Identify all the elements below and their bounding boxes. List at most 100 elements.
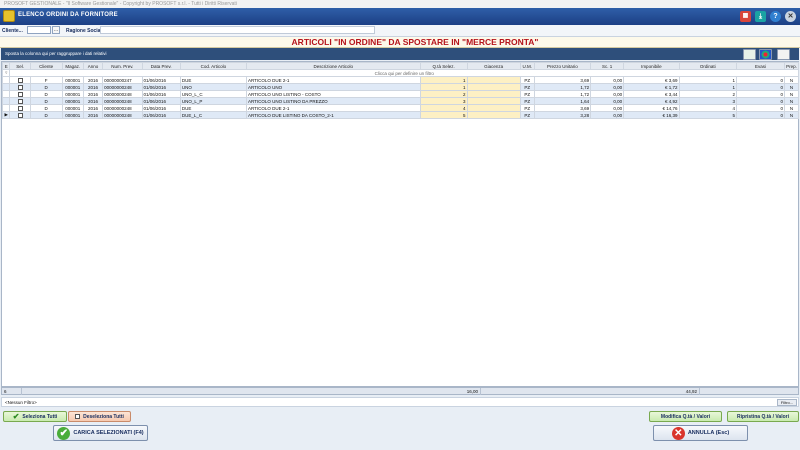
cell-sc: 0,00	[590, 97, 625, 105]
cell-sc: 0,00	[590, 83, 625, 91]
cell-qty[interactable]: 1	[419, 76, 468, 84]
row-indicator: ▶	[1, 111, 11, 119]
cell-um: PZ	[519, 111, 535, 119]
select-checkbox-cell[interactable]	[9, 97, 31, 105]
col-header-qta-selez[interactable]: Q.tà Selez.	[419, 62, 468, 70]
filter-row-text[interactable]: Clicca qui per definire un filtro	[9, 69, 799, 77]
calculator-icon[interactable]: ▦	[740, 11, 751, 22]
col-header-sel[interactable]: Sel.	[9, 62, 31, 70]
cell-qty[interactable]: 1	[419, 83, 468, 91]
table-row[interactable]: D 000001 2016 00000000248 01/06/2016 UNO_L_P A…	[1, 97, 799, 105]
row-checkbox[interactable]	[17, 105, 23, 111]
cell-prezzo: 1,72	[533, 90, 592, 98]
restore-qty-button[interactable]: Ripristina Q.tà / Valori	[727, 411, 799, 422]
cell-prep: N	[784, 97, 799, 105]
filter-row[interactable]: ▿ Clicca qui per definire un filtro	[1, 69, 799, 77]
modify-qty-button[interactable]: Modifica Q.tà / Valori	[649, 411, 722, 422]
modify-qty-label: Modifica Q.tà / Valori	[660, 413, 711, 420]
cell-desc: ARTICOLO DUE LISTINO DA COSTO_2-1	[245, 111, 421, 119]
row-indicator	[1, 97, 11, 105]
cell-um: PZ	[519, 97, 535, 105]
row-indicator	[1, 104, 11, 112]
select-checkbox-cell[interactable]	[9, 104, 31, 112]
cell-cod: DUE	[179, 104, 247, 112]
col-header-prep[interactable]: Prep.	[784, 62, 799, 70]
col-header-num-prev[interactable]: Num. Prev.	[102, 62, 143, 70]
cell-anno: 2016	[82, 83, 104, 91]
cell-qty[interactable]: 4	[419, 104, 468, 112]
col-header-giacenza[interactable]: Giacenza	[466, 62, 521, 70]
col-header-data-prev[interactable]: Data Prev.	[141, 62, 181, 70]
cell-cod: DUE	[179, 76, 247, 84]
col-header-um[interactable]: U.M.	[519, 62, 535, 70]
cell-qty[interactable]: 5	[419, 111, 468, 119]
select-checkbox-cell[interactable]	[9, 111, 31, 119]
filter-icon: ▿	[1, 69, 11, 77]
table-row[interactable]: D 000001 2016 00000000248 01/06/2016 UNO_L_C A…	[1, 90, 799, 98]
cell-cliente: D	[29, 83, 63, 91]
row-checkbox[interactable]	[17, 77, 23, 83]
deselect-all-button[interactable]: Deseleziona Tutti	[68, 411, 131, 422]
group-by-panel[interactable]: Sposta la colonna qui per raggruppare i …	[1, 48, 799, 60]
table-row[interactable]: F 000001 2016 00000000247 01/06/2016 DUE ARTIC…	[1, 76, 799, 84]
export-excel-icon[interactable]	[743, 49, 756, 60]
footer-row-count: 6	[2, 388, 22, 395]
app-logo-icon	[3, 10, 15, 22]
cliente-dropdown-button[interactable]: …	[52, 26, 60, 34]
footer-impon-total: 44,92	[632, 388, 700, 395]
filtro-button[interactable]: Filtro...	[777, 399, 797, 406]
table-row[interactable]: D 000001 2016 00000000248 01/06/2016 DUE ARTIC…	[1, 104, 799, 112]
cell-prezzo: 3,69	[533, 76, 592, 84]
col-header-prezzo[interactable]: Prezzo Unitario	[533, 62, 592, 70]
cell-giac	[466, 104, 521, 112]
col-header-cliente[interactable]: Cliente	[29, 62, 63, 70]
col-header-magaz[interactable]: Magaz.	[61, 62, 84, 70]
col-header-cod-articolo[interactable]: Cod. Articolo	[179, 62, 247, 70]
columns-settings-icon[interactable]	[777, 49, 790, 60]
help-icon[interactable]: ?	[770, 11, 781, 22]
col-header-descrizione[interactable]: Descrizione Articolo	[245, 62, 421, 70]
close-icon[interactable]: ✕	[785, 11, 796, 22]
orders-grid[interactable]: E Sel. Cliente Magaz. Anno Num. Prev. Da…	[1, 61, 799, 387]
cell-evasi: 0	[736, 90, 785, 98]
select-checkbox-cell[interactable]	[9, 83, 31, 91]
table-row[interactable]: D 000001 2016 00000000248 01/06/2016 UNO ARTIC…	[1, 83, 799, 91]
table-row[interactable]: ▶ D 000001 2016 00000000248 01/06/2016 DUE_L_C…	[1, 111, 799, 119]
download-icon[interactable]: ⤓	[755, 11, 766, 22]
cell-cliente: D	[29, 111, 63, 119]
row-checkbox[interactable]	[17, 84, 23, 90]
colors-icon[interactable]	[759, 49, 772, 60]
cell-prep: N	[784, 90, 799, 98]
cell-data: 01/06/2016	[141, 83, 181, 91]
cell-magaz: 000001	[61, 104, 84, 112]
cell-impon: € 1,72	[623, 83, 680, 91]
cancel-button[interactable]: ✕ ANNULLA (Esc)	[653, 425, 748, 441]
cell-qty[interactable]: 2	[419, 90, 468, 98]
col-header-imponibile[interactable]: Imponibile	[623, 62, 680, 70]
filter-bar: Cliente... … Ragione Sociale	[0, 25, 800, 37]
cell-ord: 3	[678, 97, 738, 105]
cell-evasi: 0	[736, 104, 785, 112]
row-checkbox[interactable]	[17, 112, 23, 118]
cell-ord: 1	[678, 83, 738, 91]
cell-cod: DUE_L_C	[179, 111, 247, 119]
cell-desc: ARTICOLO UNO LISTINO - COSTO	[245, 90, 421, 98]
col-header-anno[interactable]: Anno	[82, 62, 104, 70]
cell-giac	[466, 76, 521, 84]
col-header-sconto[interactable]: Sc. 1	[590, 62, 625, 70]
cell-ord: 1	[678, 76, 738, 84]
select-checkbox-cell[interactable]	[9, 90, 31, 98]
cliente-input[interactable]	[27, 26, 51, 34]
row-checkbox[interactable]	[17, 98, 23, 104]
cell-qty[interactable]: 3	[419, 97, 468, 105]
check-icon: ✔	[12, 412, 20, 421]
row-checkbox[interactable]	[17, 91, 23, 97]
cell-ord: 4	[678, 104, 738, 112]
row-indicator	[1, 76, 11, 84]
load-selected-button[interactable]: ✔ CARICA SELEZIONATI (F4)	[53, 425, 148, 441]
col-header-evasi[interactable]: Evasi	[736, 62, 785, 70]
select-all-button[interactable]: ✔ Seleziona Tutti	[3, 411, 67, 422]
select-checkbox-cell[interactable]	[9, 76, 31, 84]
cell-cliente: D	[29, 104, 63, 112]
col-header-ordinati[interactable]: Ordinati	[678, 62, 738, 70]
